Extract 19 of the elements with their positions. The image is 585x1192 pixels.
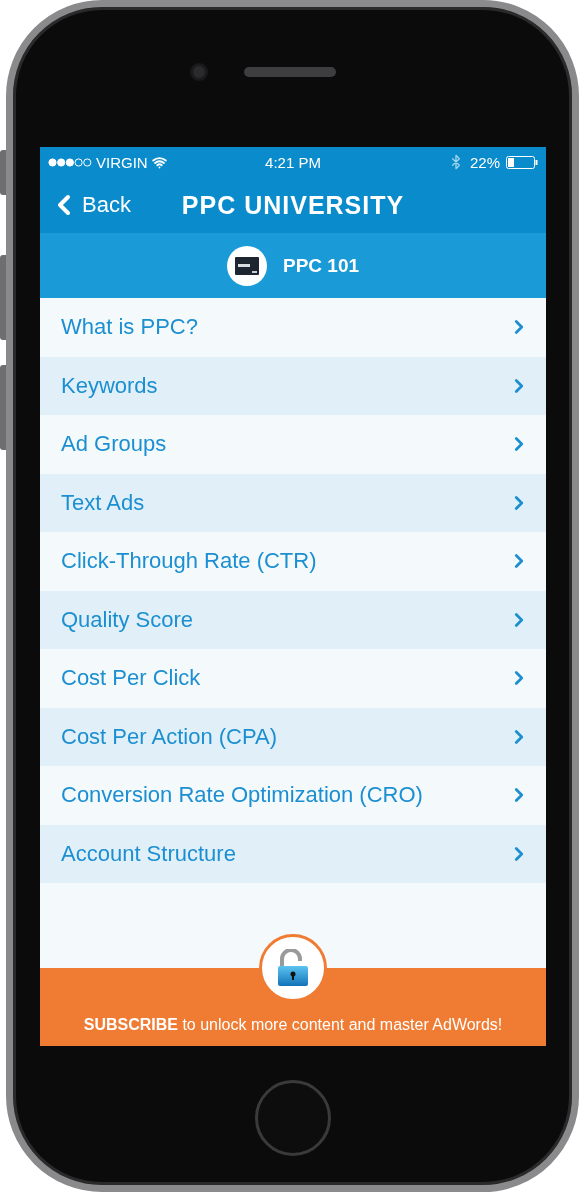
lesson-item[interactable]: Cost Per Action (CPA)	[40, 707, 546, 766]
lesson-item[interactable]: Account Structure	[40, 824, 546, 883]
lesson-item[interactable]: Quality Score	[40, 590, 546, 649]
padlock-icon	[276, 949, 310, 987]
signal-icon	[48, 157, 92, 167]
subscribe-text: SUBSCRIBE to unlock more content and master AdWords!	[83, 1016, 503, 1034]
back-button[interactable]: Back	[40, 189, 131, 221]
clock-time: 4:21 PM	[265, 153, 321, 171]
wifi-icon	[151, 154, 167, 170]
carrier-name: VIRGIN	[96, 153, 148, 171]
lesson-item[interactable]: Text Ads	[40, 473, 546, 532]
chalkboard-icon	[226, 245, 267, 286]
battery-icon	[506, 155, 538, 169]
app-title: PPC UNIVERSITY	[181, 190, 405, 220]
lesson-item[interactable]: Keywords	[40, 356, 546, 415]
camera-icon	[189, 63, 208, 81]
battery-percent: 22%	[469, 153, 500, 171]
section-title: PPC 101	[282, 254, 359, 277]
subscribe-banner[interactable]: SUBSCRIBE to unlock more content and master AdWords!	[40, 968, 546, 1046]
